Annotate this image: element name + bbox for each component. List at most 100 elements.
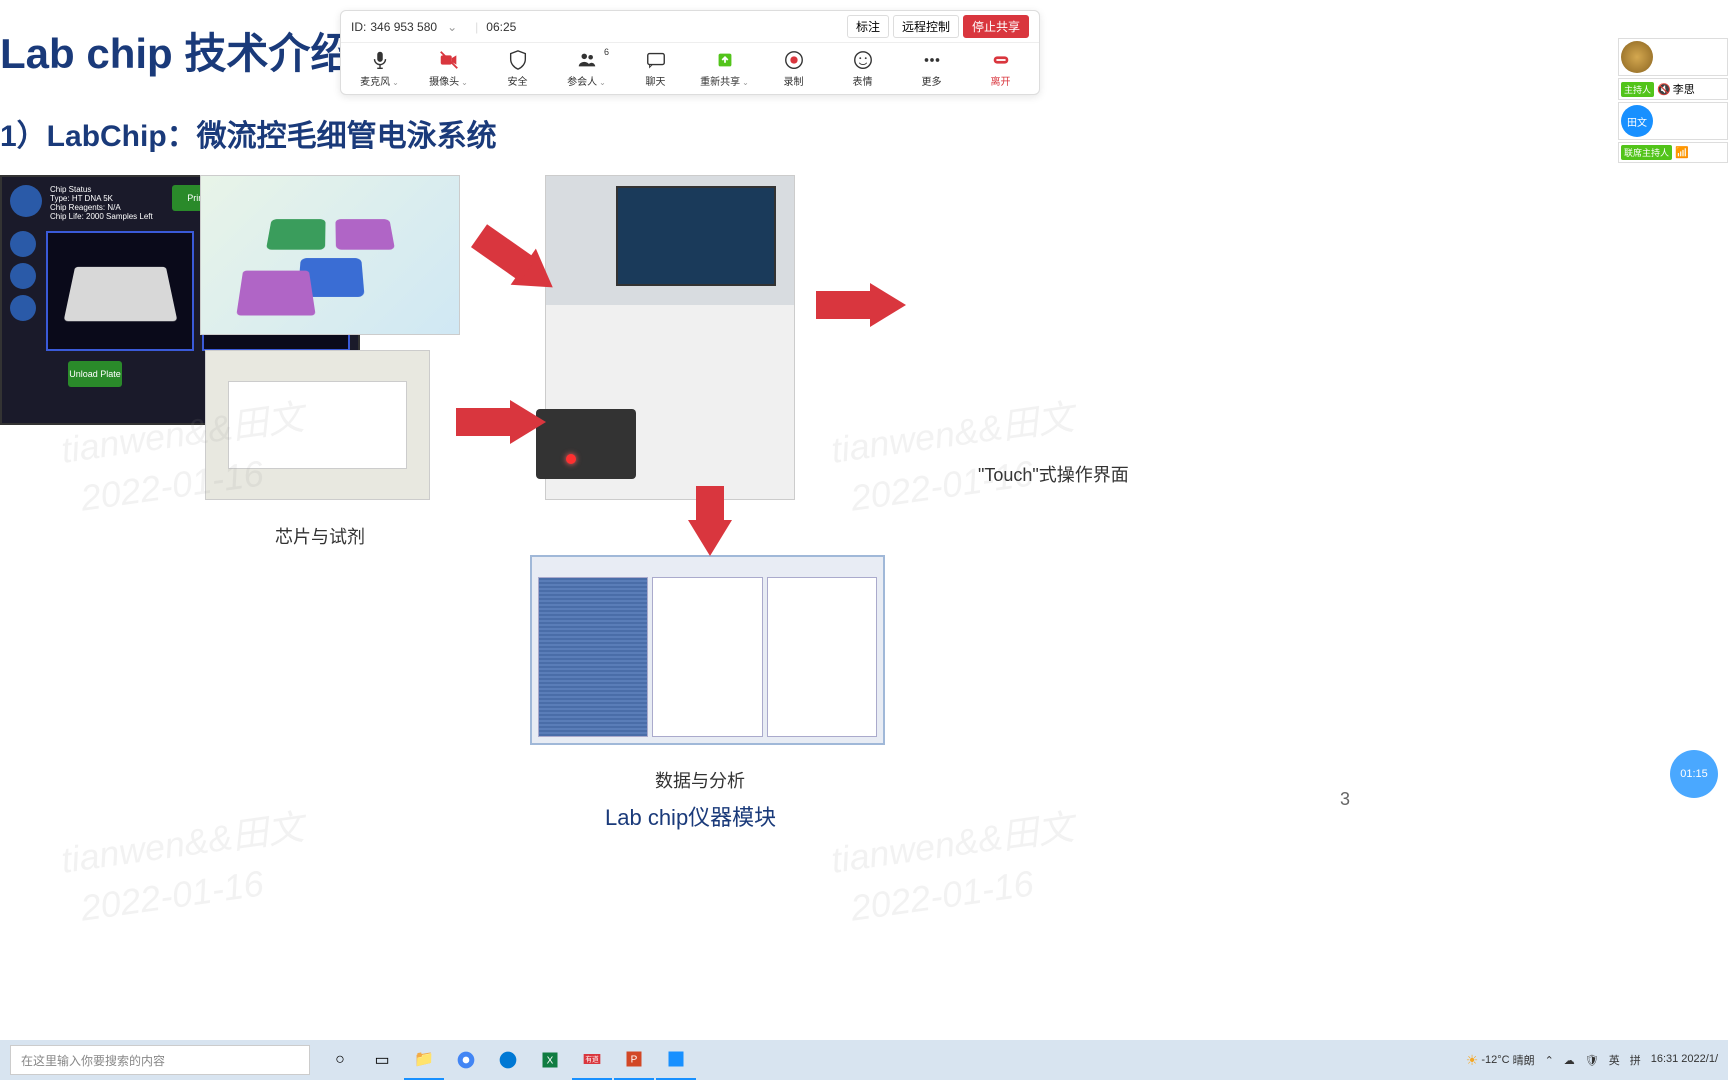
ime-mode[interactable]: 拼	[1630, 1052, 1641, 1068]
software-image	[530, 555, 885, 745]
hangup-icon	[990, 49, 1012, 71]
instrument-image	[545, 175, 795, 500]
presentation-slide: Lab chip 技术介绍 1）LabChip：微流控毛细管电泳系统	[0, 0, 1390, 830]
chip-purple-icon	[335, 219, 395, 250]
slide-subtitle: 1）LabChip：微流控毛细管电泳系统	[0, 111, 1390, 155]
participant-row[interactable]: 联席主持人 📶	[1618, 142, 1728, 163]
watermark: tianwen&&田文	[58, 798, 307, 883]
system-tray: ☀ -12°C 晴朗 ⌃ ☁ 🛡 英 拼 16:31 2022/1/	[1466, 1052, 1718, 1069]
meeting-app-icon[interactable]	[656, 1040, 696, 1080]
edge-icon[interactable]	[488, 1040, 528, 1080]
unload-plate-button: Unload Plate	[68, 361, 122, 387]
tray-chevron-up-icon[interactable]: ⌃	[1545, 1054, 1554, 1067]
slide-number: 3	[1340, 789, 1350, 810]
svg-text:X: X	[547, 1055, 554, 1066]
diagram: Chip Status Type: HT DNA 5K Chip Reagent…	[0, 175, 1390, 795]
cortana-icon[interactable]: ○	[320, 1040, 360, 1080]
leave-button[interactable]: 离开	[966, 49, 1035, 88]
caption-data: 数据与分析	[655, 767, 745, 793]
recording-timer[interactable]: 01:15	[1670, 750, 1718, 798]
meeting-id: 346 953 580	[370, 20, 437, 34]
more-button[interactable]: 更多	[897, 49, 966, 88]
share-up-icon	[714, 49, 736, 71]
participant-row[interactable]: 田文	[1618, 102, 1728, 140]
shield-icon	[507, 49, 529, 71]
windows-taskbar: 在这里输入你要搜索的内容 ○ ▭ 📁 X 有道 P ☀ -12°C 晴朗 ⌃ ☁…	[0, 1040, 1728, 1080]
annotate-button[interactable]: 标注	[847, 15, 889, 38]
mic-muted-icon: 🔇	[1657, 83, 1671, 96]
host-tag: 主持人	[1621, 82, 1654, 97]
chrome-icon[interactable]	[446, 1040, 486, 1080]
chevron-down-icon[interactable]: ⌄	[447, 20, 457, 34]
chevron-down-icon[interactable]: ⌄	[461, 78, 468, 87]
toolbar-body: 麦克风⌄ 摄像头⌄ 安全 6 参会人⌄ 聊天 重新共享⌄ 录制 表	[341, 43, 1039, 94]
watermark: 2022-01-16	[78, 862, 266, 929]
arrow-down-icon	[688, 520, 732, 556]
caption-module: Lab chip仪器模块	[605, 800, 776, 832]
id-label: ID:	[351, 20, 366, 34]
camera-off-icon	[438, 49, 460, 71]
reagent-box-image	[205, 350, 430, 500]
microphone-icon	[369, 49, 391, 71]
participants-count: 6	[604, 47, 609, 57]
smile-icon	[852, 49, 874, 71]
side-nav	[10, 231, 38, 351]
security-button[interactable]: 安全	[483, 49, 552, 88]
meeting-toolbar: ID: 346 953 580 ⌄ | 06:25 标注 远程控制 停止共享 麦…	[340, 10, 1040, 95]
stop-share-button[interactable]: 停止共享	[963, 15, 1029, 38]
participants-panel: 主持人 🔇 李思 田文 联席主持人 📶	[1618, 38, 1728, 165]
chevron-down-icon[interactable]: ⌄	[742, 78, 749, 87]
weather-widget[interactable]: ☀ -12°C 晴朗	[1466, 1052, 1535, 1069]
remote-control-button[interactable]: 远程控制	[893, 15, 959, 38]
watermark: tianwen&&田文	[828, 798, 1077, 883]
caption-chips: 芯片与试剂	[275, 523, 365, 549]
mic-button[interactable]: 麦克风⌄	[345, 49, 414, 88]
search-input[interactable]: 在这里输入你要搜索的内容	[10, 1045, 310, 1075]
chevron-down-icon[interactable]: ⌄	[599, 78, 606, 87]
chat-button[interactable]: 聊天	[621, 49, 690, 88]
camera-button[interactable]: 摄像头⌄	[414, 49, 483, 88]
taskview-icon[interactable]: ▭	[362, 1040, 402, 1080]
chat-icon	[645, 49, 667, 71]
sun-icon: ☀	[1466, 1052, 1479, 1069]
more-icon	[921, 49, 943, 71]
toolbar-header: ID: 346 953 580 ⌄ | 06:25 标注 远程控制 停止共享	[341, 11, 1039, 43]
ime-lang[interactable]: 英	[1609, 1052, 1620, 1068]
defender-icon[interactable]: 🛡	[1585, 1054, 1599, 1067]
participant-row[interactable]	[1618, 38, 1728, 76]
record-button[interactable]: 录制	[759, 49, 828, 88]
users-icon	[576, 49, 598, 71]
arrow-right-icon	[510, 400, 546, 444]
cohost-tag: 联席主持人	[1621, 145, 1672, 160]
reshare-button[interactable]: 重新共享⌄	[690, 49, 759, 88]
clock[interactable]: 16:31 2022/1/	[1651, 1053, 1718, 1066]
powerpoint-icon[interactable]: P	[614, 1040, 654, 1080]
well-grid-panel	[538, 577, 648, 737]
chevron-down-icon[interactable]: ⌄	[392, 78, 399, 87]
chip-green-icon	[266, 219, 326, 250]
participant-row[interactable]: 主持人 🔇 李思	[1618, 78, 1728, 100]
reactions-button[interactable]: 表情	[828, 49, 897, 88]
onedrive-icon[interactable]: ☁	[1564, 1054, 1575, 1067]
youdao-icon[interactable]: 有道	[572, 1040, 612, 1080]
instrument-screen	[616, 186, 776, 286]
avatar	[1621, 41, 1653, 73]
data-table-panel	[767, 577, 877, 737]
participants-button[interactable]: 6 参会人⌄	[552, 49, 621, 88]
watermark: 2022-01-16	[848, 862, 1036, 929]
electropherogram-panel	[652, 577, 762, 737]
svg-text:P: P	[631, 1054, 638, 1065]
meeting-duration: 06:25	[486, 20, 516, 34]
signal-icon: 📶	[1675, 146, 1689, 159]
led-icon	[566, 454, 576, 464]
svg-text:有道: 有道	[585, 1055, 599, 1064]
divider: |	[475, 20, 478, 34]
excel-icon[interactable]: X	[530, 1040, 570, 1080]
explorer-icon[interactable]: 📁	[404, 1040, 444, 1080]
instrument-tray	[536, 409, 636, 479]
participant-name: 李思	[1673, 81, 1695, 97]
record-icon	[783, 49, 805, 71]
caption-touch: "Touch"式操作界面	[978, 461, 1129, 487]
avatar: 田文	[1621, 105, 1653, 137]
chip-status-text: Chip Status Type: HT DNA 5K Chip Reagent…	[50, 185, 164, 221]
